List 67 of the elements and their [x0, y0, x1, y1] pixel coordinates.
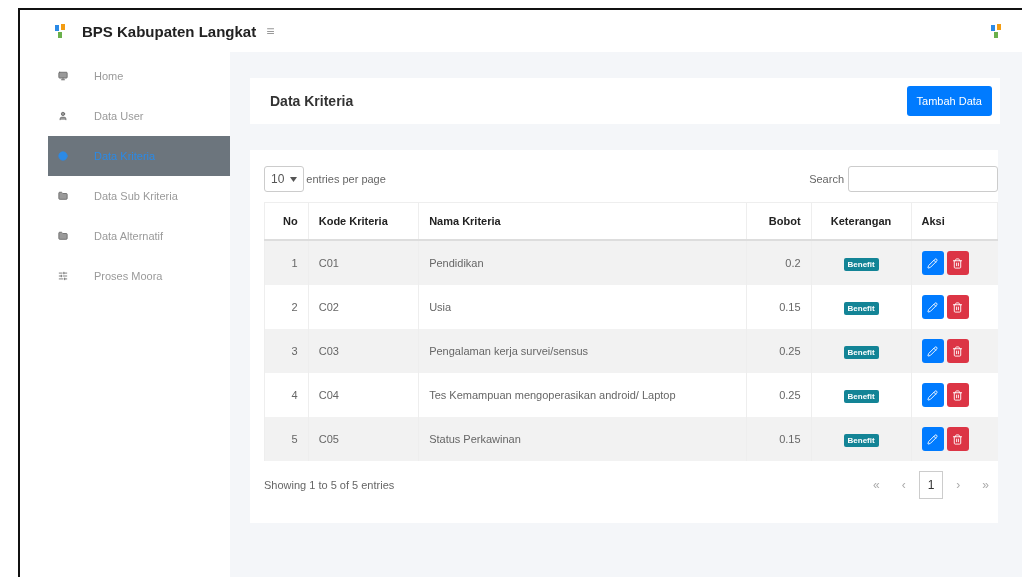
folder-icon [58, 191, 68, 201]
table-cell: Pendidikan [418, 240, 747, 285]
table-cell: 2 [264, 285, 309, 329]
page-link[interactable]: 1 [918, 471, 944, 499]
table-cell: 0.2 [746, 240, 812, 285]
page-title: Data Kriteria [270, 93, 354, 109]
caret-icon [290, 176, 298, 182]
search-field[interactable] [848, 166, 998, 192]
table-cell: 0.25 [746, 373, 812, 417]
trash-icon [952, 257, 964, 269]
table-cell: Tes Kemampuan mengoperasikan android/ Laptop [418, 373, 747, 417]
type-badge: Benefit [843, 390, 879, 403]
table-cell: 0.15 [746, 285, 812, 329]
sliders-icon [58, 271, 68, 281]
user-icon [58, 111, 68, 121]
delete-button[interactable] [946, 383, 969, 407]
edit-button[interactable] [921, 427, 944, 451]
pencil-icon [927, 389, 939, 401]
brand-title: BPS Kabupaten Langkat [82, 22, 257, 40]
table-cell: C01 [308, 240, 419, 285]
pencil-icon [927, 257, 939, 269]
delete-button[interactable] [946, 295, 969, 319]
sidebar-item[interactable]: Data Alternatif [48, 216, 230, 256]
edit-button[interactable] [921, 295, 944, 319]
table-cell: C02 [308, 285, 419, 329]
page-size-label: entries per page [306, 173, 386, 185]
trash-icon [952, 345, 964, 357]
table-cell: Pengalaman kerja survei/sensus [418, 329, 747, 373]
table-cell: 4 [264, 373, 309, 417]
table-cell: 5 [264, 417, 309, 461]
sidebar-item[interactable]: Data User [48, 96, 230, 136]
type-badge: Benefit [843, 302, 879, 315]
table-cell: 0.25 [746, 329, 812, 373]
edit-button[interactable] [921, 383, 944, 407]
table-cell: C05 [308, 417, 419, 461]
entries-info: Showing 1 to 5 of 5 entries [264, 479, 395, 491]
type-badge: Benefit [843, 346, 879, 359]
circle-icon [58, 151, 68, 161]
delete-button[interactable] [946, 339, 969, 363]
search-label: Search [809, 173, 844, 185]
edit-button[interactable] [921, 251, 944, 275]
type-badge: Benefit [843, 258, 879, 271]
add-button[interactable]: Tambah Data [906, 86, 992, 116]
sidebar-item[interactable]: Data Sub Kriteria [48, 176, 230, 216]
pencil-icon [927, 301, 939, 313]
delete-button[interactable] [946, 251, 969, 275]
sidebar-item[interactable]: Home [48, 56, 230, 96]
trash-icon [952, 301, 964, 313]
table-cell: C03 [308, 329, 419, 373]
type-badge: Benefit [843, 434, 879, 447]
table-cell: 0.15 [746, 417, 812, 461]
menu-icon[interactable]: ≡ [266, 23, 275, 39]
sidebar-item[interactable]: Proses Moora [48, 256, 230, 296]
page-size-select[interactable]: 10 [264, 166, 305, 192]
trash-icon [952, 433, 964, 445]
edit-button[interactable] [921, 339, 944, 363]
folder-icon [58, 231, 68, 241]
table-cell: Status Perkawinan [418, 417, 747, 461]
monitor-icon [58, 71, 68, 81]
delete-button[interactable] [946, 427, 969, 451]
table-cell: Usia [418, 285, 747, 329]
table-cell: 1 [264, 240, 309, 285]
pencil-icon [927, 345, 939, 357]
pencil-icon [927, 433, 939, 445]
table-cell: C04 [308, 373, 419, 417]
table-cell: 3 [264, 329, 309, 373]
trash-icon [952, 389, 964, 401]
